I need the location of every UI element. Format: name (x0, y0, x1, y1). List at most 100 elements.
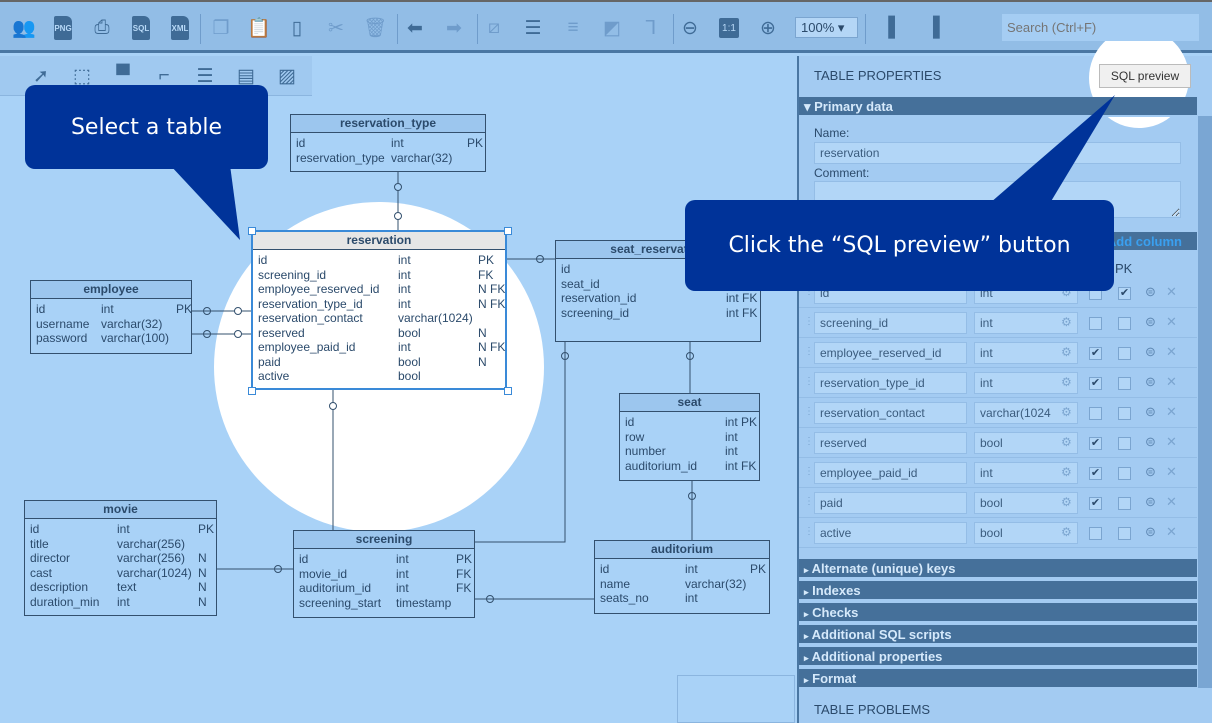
nullable-checkbox[interactable]: ✔ (1089, 437, 1102, 450)
connector-icon[interactable]: ⅂ (638, 14, 664, 42)
gear-icon[interactable]: ⚙ (1061, 465, 1072, 479)
resize-handle[interactable] (504, 387, 512, 395)
align-icon[interactable]: ☰ (520, 14, 546, 42)
move-down-icon[interactable]: ⊜ (1145, 404, 1156, 420)
users-icon[interactable]: 👥 (11, 14, 37, 42)
delete-icon[interactable]: 🗑 (362, 14, 388, 42)
gear-icon[interactable]: ⚙ (1061, 495, 1072, 509)
zoom-select[interactable]: 100% ▾ (795, 17, 858, 38)
gear-icon[interactable]: ⚙ (1061, 315, 1072, 329)
column-name-input[interactable]: reservation_type_id (814, 372, 967, 394)
pk-checkbox[interactable] (1118, 437, 1131, 450)
table-column-row[interactable]: password varchar(100) (31, 331, 191, 346)
cut-icon[interactable]: ✂ (323, 14, 349, 42)
table-employee[interactable]: employee id int PK username varchar(32) passwo… (30, 280, 192, 354)
move-down-icon[interactable]: ⊜ (1145, 524, 1156, 540)
column-name-input[interactable]: paid (814, 492, 967, 514)
table-column-row[interactable]: id int PK (31, 302, 192, 317)
pk-checkbox[interactable] (1118, 527, 1131, 540)
remove-column-icon[interactable]: ✕ (1166, 314, 1177, 330)
section-format[interactable]: ▸ Format (799, 669, 1197, 689)
zoom-out-icon[interactable]: ⊖ (677, 14, 703, 42)
remove-column-icon[interactable]: ✕ (1166, 344, 1177, 360)
copy-icon[interactable]: ❐ (208, 14, 234, 42)
move-down-icon[interactable]: ⊜ (1145, 464, 1156, 480)
drag-handle-icon[interactable]: ⋮ (804, 496, 814, 507)
arrange-icon[interactable]: ◩ (599, 14, 625, 42)
table-auditorium[interactable]: auditorium id int PK name varchar(32) seats_no… (594, 540, 770, 614)
panel-scrollbar[interactable] (1198, 116, 1212, 688)
table-column-row[interactable]: employee_paid_id int N FK (253, 340, 505, 355)
table-column-row[interactable]: row int (620, 430, 759, 445)
column-name-input[interactable]: reservation_contact (814, 402, 967, 424)
table-column-row[interactable]: id int PK (595, 562, 769, 577)
png-export-icon[interactable]: PNG (50, 14, 76, 42)
table-column-row[interactable]: cast varchar(1024) N (25, 566, 216, 581)
table-column-row[interactable]: reservation_type_id int N FK (253, 297, 505, 312)
redo-icon[interactable]: ➡ (441, 14, 467, 42)
drag-handle-icon[interactable]: ⋮ (804, 436, 814, 447)
nullable-checkbox[interactable]: ✔ (1089, 467, 1102, 480)
table-reservation[interactable]: reservation id int PK screening_id int FK emplo… (248, 227, 512, 395)
zoom-reset-icon[interactable]: 1:1 (716, 14, 742, 42)
column-name-input[interactable]: employee_paid_id (814, 462, 967, 484)
table-column-row[interactable]: employee_reserved_id int N FK (253, 282, 505, 297)
distribute-icon[interactable]: ≡ (560, 14, 586, 42)
pk-checkbox[interactable]: ✔ (1118, 287, 1131, 300)
layout-right-icon[interactable]: ▐ (920, 14, 946, 42)
column-name-input[interactable]: screening_id (814, 312, 967, 334)
resize-handle[interactable] (248, 387, 256, 395)
section-checks[interactable]: ▸ Checks (799, 603, 1197, 623)
table-column-row[interactable]: id int PK (620, 415, 759, 430)
column-name-input[interactable]: reserved (814, 432, 967, 454)
layout-left-icon[interactable]: ▌ (882, 14, 908, 42)
table-column-row[interactable]: description text N (25, 580, 216, 595)
table-column-row[interactable]: screening_id int FK (556, 306, 760, 321)
table-column-row[interactable]: id int PK (25, 522, 216, 537)
nullable-checkbox[interactable] (1089, 317, 1102, 330)
pk-checkbox[interactable] (1118, 377, 1131, 390)
gear-icon[interactable]: ⚙ (1061, 525, 1072, 539)
search-input[interactable] (1002, 14, 1199, 41)
remove-column-icon[interactable]: ✕ (1166, 374, 1177, 390)
pk-checkbox[interactable] (1118, 407, 1131, 420)
section-alternate-unique-keys[interactable]: ▸ Alternate (unique) keys (799, 559, 1197, 579)
nullable-checkbox[interactable]: ✔ (1089, 377, 1102, 390)
table-column-row[interactable]: auditorium_id int FK (620, 459, 759, 474)
print-icon[interactable]: ⎙ (89, 14, 115, 42)
move-down-icon[interactable]: ⊜ (1145, 374, 1156, 390)
table-movie[interactable]: movie id int PK title varchar(256) director var… (24, 500, 217, 616)
remove-column-icon[interactable]: ✕ (1166, 494, 1177, 510)
sql-export-icon[interactable]: SQL (128, 14, 154, 42)
sql-preview-button[interactable]: SQL preview (1099, 64, 1191, 88)
gear-icon[interactable]: ⚙ (1061, 405, 1072, 419)
table-column-row[interactable]: id int PK (253, 253, 505, 268)
table-column-row[interactable]: username varchar(32) (31, 317, 191, 332)
move-down-icon[interactable]: ⊜ (1145, 284, 1156, 300)
table-column-row[interactable]: movie_id int FK (294, 567, 474, 582)
gear-icon[interactable]: ⚙ (1061, 435, 1072, 449)
drag-handle-icon[interactable]: ⋮ (804, 466, 814, 477)
move-down-icon[interactable]: ⊜ (1145, 314, 1156, 330)
table-column-row[interactable]: reservation_id int FK (556, 291, 760, 306)
table-column-row[interactable]: name varchar(32) (595, 577, 769, 592)
table-column-row[interactable]: auditorium_id int FK (294, 581, 474, 596)
gear-icon[interactable]: ⚙ (1061, 375, 1072, 389)
drag-handle-icon[interactable]: ⋮ (804, 526, 814, 537)
table-column-row[interactable]: seats_no int (595, 591, 769, 606)
minimap[interactable] (677, 675, 795, 723)
pk-checkbox[interactable] (1118, 347, 1131, 360)
table-column-row[interactable]: id int PK (291, 136, 485, 151)
xml-export-icon[interactable]: XML (167, 14, 193, 42)
pk-checkbox[interactable] (1118, 497, 1131, 510)
table-column-row[interactable]: reservation_contact varchar(1024) (253, 311, 505, 326)
nullable-checkbox[interactable] (1089, 407, 1102, 420)
table-reservation-type[interactable]: reservation_type id int PK reservation_type v… (290, 114, 486, 172)
remove-column-icon[interactable]: ✕ (1166, 434, 1177, 450)
drag-handle-icon[interactable]: ⋮ (804, 346, 814, 357)
drag-handle-icon[interactable]: ⋮ (804, 406, 814, 417)
remove-column-icon[interactable]: ✕ (1166, 524, 1177, 540)
nullable-checkbox[interactable]: ✔ (1089, 347, 1102, 360)
remove-column-icon[interactable]: ✕ (1166, 404, 1177, 420)
line-style-icon[interactable]: ⧄ (481, 14, 507, 42)
